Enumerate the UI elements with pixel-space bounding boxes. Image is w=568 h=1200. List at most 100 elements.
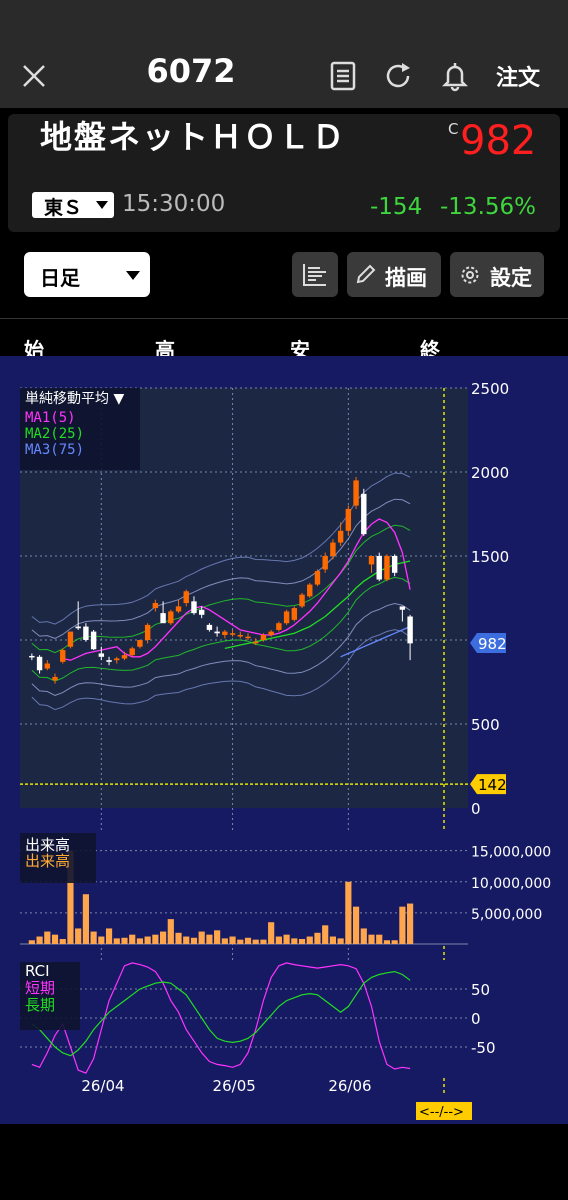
- volume-bar: [129, 934, 136, 944]
- bars-icon: [303, 264, 326, 286]
- volume-bar: [82, 894, 89, 944]
- candle-body: [391, 556, 398, 573]
- volume-bar: [407, 903, 414, 944]
- y-tick-label: 10,000,000: [471, 876, 551, 892]
- level-tag-label: 142: [478, 776, 507, 794]
- legend-item: 長期: [25, 996, 55, 1014]
- legend-item: MA3(75): [25, 442, 84, 458]
- volume-bar: [376, 934, 383, 944]
- volume-bar: [298, 939, 306, 944]
- candle-body: [114, 658, 120, 661]
- volume-bar: [136, 938, 144, 944]
- quote-time: 15:30:00: [122, 191, 226, 217]
- y-tick-label: 0: [471, 1010, 481, 1028]
- candle-body: [307, 584, 313, 597]
- volume-bar: [283, 934, 290, 944]
- volume-bar: [360, 928, 367, 944]
- candle-body: [353, 480, 359, 506]
- candle-body: [245, 636, 251, 639]
- y-tick-label: 15,000,000: [471, 845, 551, 861]
- candle-body: [399, 606, 406, 610]
- candle-body: [322, 556, 328, 570]
- settings-label: 設定: [490, 266, 532, 290]
- document-icon[interactable]: [328, 60, 358, 92]
- candle-body: [337, 530, 344, 543]
- volume-bar: [198, 931, 205, 944]
- x-tick-label: 26/06: [328, 1077, 371, 1095]
- volume-bar: [152, 934, 159, 944]
- legend-item: RCI: [25, 962, 50, 980]
- volume-bar: [399, 906, 406, 944]
- stock-code: 6072: [146, 52, 236, 90]
- y-tick-label: 5,000,000: [471, 907, 542, 923]
- volume-bar: [345, 881, 352, 944]
- volume-bar: [229, 936, 236, 944]
- market-label: 東Ｓ: [44, 197, 83, 219]
- price-tag-label: 982: [478, 635, 507, 653]
- volume-bar: [221, 938, 228, 944]
- volume-bar: [368, 934, 375, 944]
- volume-bar: [167, 919, 174, 944]
- candle-body: [384, 556, 390, 580]
- volume-bar: [252, 939, 259, 944]
- legend-item: MA1(5): [25, 410, 76, 426]
- candle-body: [330, 542, 336, 556]
- volume-bar: [113, 938, 120, 944]
- volume-bar: [105, 928, 113, 944]
- legend-title: 単純移動平均 ▼: [25, 391, 124, 407]
- candle-body: [152, 603, 159, 609]
- volume-bar: [183, 936, 190, 944]
- current-price: 982: [460, 118, 537, 164]
- candle-body: [214, 631, 220, 634]
- volume-bar: [383, 940, 391, 944]
- candle-body: [198, 609, 205, 615]
- candle-body: [183, 591, 189, 604]
- legend-item: 出来高: [25, 852, 70, 870]
- candle-body: [260, 634, 267, 640]
- x-tick-label: 26/04: [81, 1077, 124, 1095]
- bell-icon[interactable]: [440, 60, 470, 92]
- candle-body: [345, 508, 352, 531]
- candle-body: [222, 631, 228, 635]
- volume-bar: [51, 934, 59, 944]
- period-select[interactable]: 日足: [24, 252, 150, 297]
- volume-bar: [275, 936, 282, 944]
- candle-body: [237, 634, 243, 637]
- volume-bar: [175, 932, 182, 944]
- y-tick-label: 1500: [471, 548, 509, 566]
- order-button[interactable]: 注文: [496, 60, 540, 92]
- price-change: -154: [370, 194, 423, 220]
- chevron-down-icon: [96, 201, 108, 209]
- volume-bar: [28, 940, 35, 944]
- candle-body: [299, 594, 305, 607]
- volume-bar: [329, 936, 336, 944]
- candle-body: [52, 676, 58, 681]
- candle-body: [83, 626, 89, 640]
- volume-bar: [75, 928, 82, 944]
- draw-button[interactable]: 描画: [347, 252, 441, 297]
- legend-item: 短期: [25, 979, 55, 997]
- volume-bar: [98, 936, 105, 944]
- candle-body: [291, 608, 298, 620]
- refresh-icon[interactable]: [384, 60, 414, 92]
- y-tick-label: -50: [471, 1039, 496, 1057]
- volume-bar: [391, 940, 398, 944]
- candle-body: [90, 631, 97, 650]
- candle-body: [206, 624, 213, 630]
- volume-bar: [260, 939, 267, 944]
- price-flag: C: [448, 120, 459, 138]
- legend-item: MA2(25): [25, 426, 84, 442]
- draw-label: 描画: [385, 266, 427, 290]
- gear-icon: [461, 266, 479, 284]
- candle-body: [36, 656, 43, 671]
- volume-bar: [291, 938, 298, 944]
- volume-bar: [144, 936, 151, 944]
- x-tick-label: 26/05: [213, 1077, 256, 1095]
- candle-body: [121, 655, 128, 659]
- candle-body: [175, 606, 182, 612]
- candle-body: [253, 641, 259, 644]
- indicator-list-button[interactable]: [292, 252, 338, 297]
- settings-button[interactable]: 設定: [450, 252, 544, 297]
- stock-chart[interactable]: 2500200015005000982142単純移動平均 ▼MA1(5)MA2(…: [0, 356, 568, 1124]
- market-select[interactable]: 東Ｓ: [32, 192, 114, 219]
